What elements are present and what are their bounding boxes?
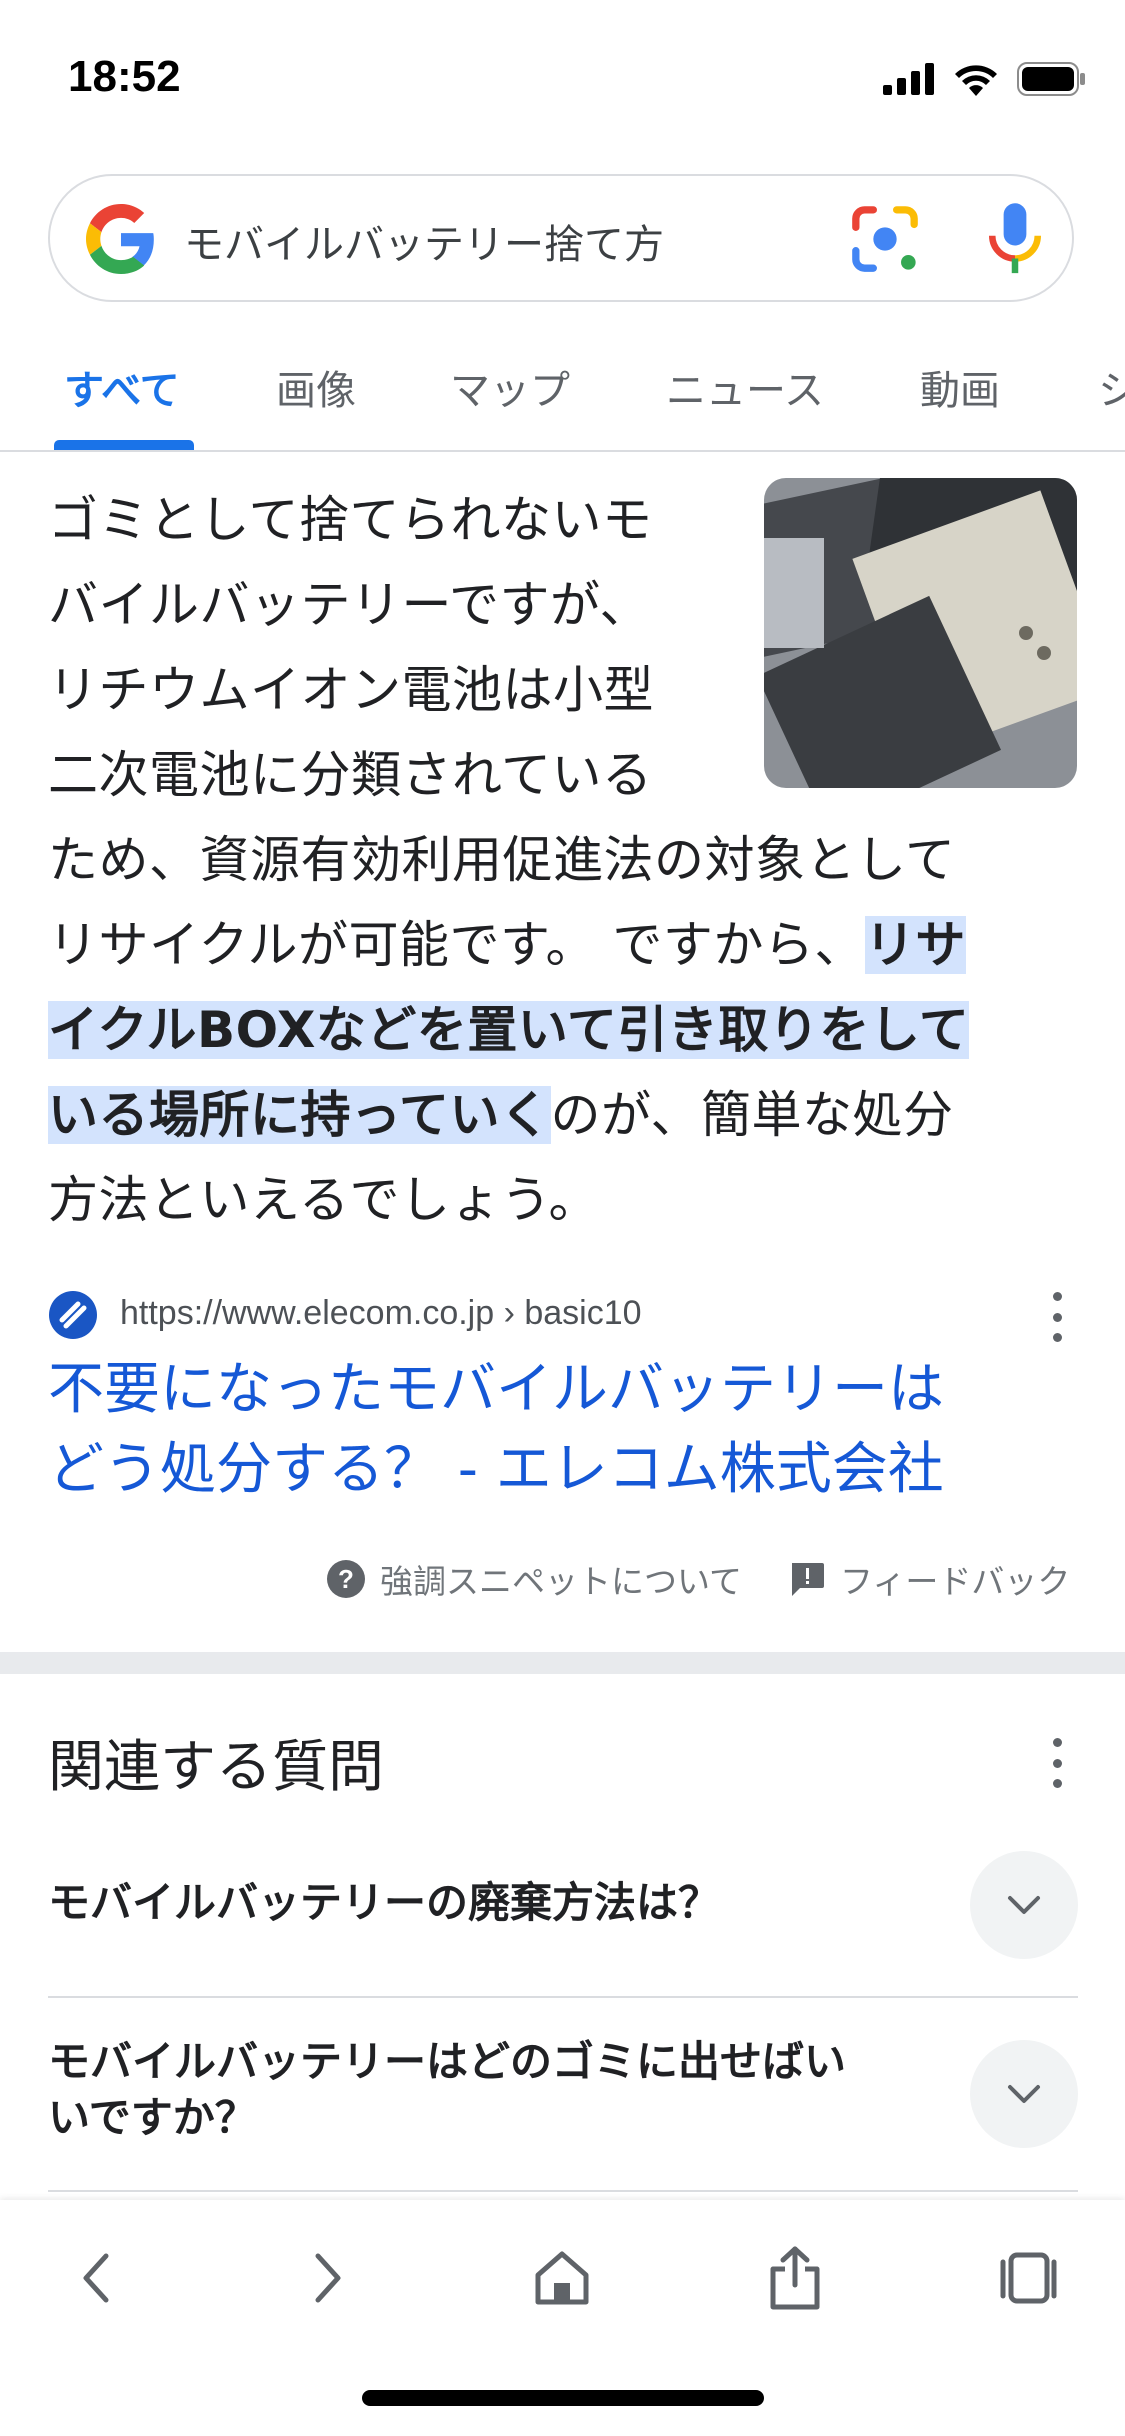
- snippet-line: リサイクルが可能です。 ですから、リサ: [48, 903, 1080, 988]
- question-separator: [48, 2190, 1078, 2192]
- featured-snippet-text: ゴミとして捨てられないモ バイルバッテリーですが、 リチウムイオン電池は小型 二…: [48, 478, 1080, 1243]
- tab-news[interactable]: ニュース: [666, 358, 824, 416]
- snippet-highlight: イクルBOXなどを置いて引き取りをして: [48, 1001, 970, 1059]
- status-icons: [883, 62, 1087, 96]
- source-row[interactable]: https://www.elecom.co.jp › basic10: [48, 1290, 1078, 1342]
- wifi-icon: [955, 65, 997, 96]
- home-button[interactable]: [522, 2238, 602, 2318]
- share-icon: [770, 2246, 820, 2310]
- search-tabs: すべて 画像 マップ ニュース 動画 シ: [0, 330, 1125, 452]
- result-title-line[interactable]: どう処分する？ - エレコム株式会社: [48, 1430, 1078, 1510]
- expand-question-button[interactable]: [970, 2040, 1078, 2148]
- feedback-button[interactable]: フィードバック: [788, 1555, 1070, 1603]
- result-title-line[interactable]: 不要になったモバイルバッテリーは: [48, 1350, 1078, 1430]
- home-indicator[interactable]: [362, 2390, 764, 2406]
- about-snippets-button[interactable]: ? 強調スニペットについて: [326, 1555, 742, 1603]
- signal-icon: [883, 63, 934, 95]
- section-divider: [0, 1652, 1125, 1674]
- related-question-text: モバイルバッテリーはどのゴミに出せばい いですか？: [48, 2034, 846, 2146]
- search-input[interactable]: モバイルバッテリー捨て方: [184, 212, 664, 270]
- forward-button[interactable]: [288, 2238, 368, 2318]
- chevron-right-icon: [315, 2253, 341, 2303]
- snippet-line: ゴミとして捨てられないモ: [48, 491, 653, 549]
- microphone-icon[interactable]: [980, 200, 1050, 278]
- status-bar: 18:52: [0, 0, 1125, 150]
- home-icon: [535, 2251, 589, 2305]
- result-title-link[interactable]: 不要になったモバイルバッテリーは どう処分する？ - エレコム株式会社: [48, 1350, 1078, 1510]
- tab-videos[interactable]: 動画: [920, 358, 1000, 416]
- snippet-line: 二次電池に分類されている: [48, 746, 653, 804]
- snippet-highlight: リサ: [864, 916, 966, 974]
- snippet-text-normal: のが、簡単な処分: [550, 1086, 954, 1144]
- related-question-text: モバイルバッテリーの廃棄方法は？: [48, 1875, 720, 1931]
- snippet-line: いる場所に持っていくのが、簡単な処分: [48, 1073, 1080, 1158]
- chevron-down-icon: [1008, 2085, 1040, 2103]
- share-button[interactable]: [755, 2238, 835, 2318]
- source-url[interactable]: https://www.elecom.co.jp › basic10: [120, 1294, 642, 1333]
- chevron-left-icon: [83, 2253, 109, 2303]
- tab-maps[interactable]: マップ: [450, 358, 570, 416]
- expand-question-button[interactable]: [970, 1851, 1078, 1959]
- svg-text:?: ?: [338, 1564, 354, 1594]
- about-snippets-label: 強調スニペットについて: [380, 1562, 743, 1601]
- search-box[interactable]: モバイルバッテリー捨て方: [48, 174, 1074, 302]
- help-icon: ?: [327, 1560, 365, 1598]
- active-tab-indicator: [54, 440, 194, 450]
- tabs-icon: [1000, 2252, 1057, 2304]
- snippet-line: 方法といえるでしょう。: [48, 1171, 599, 1229]
- status-time: 18:52: [68, 52, 181, 101]
- snippet-line: ため、資源有効利用促進法の対象として: [48, 831, 956, 889]
- result-more-options-icon[interactable]: [1050, 1292, 1064, 1342]
- snippet-text-normal: リサイクルが可能です。 ですから、: [48, 916, 865, 974]
- snippet-highlight: いる場所に持っていく: [48, 1086, 551, 1144]
- elecom-favicon-icon: [49, 1291, 97, 1339]
- related-question-item[interactable]: モバイルバッテリーの廃棄方法は？: [48, 1851, 1078, 1959]
- battery-icon: [1017, 62, 1085, 96]
- snippet-line: リチウムイオン電池は小型: [48, 661, 654, 719]
- tab-images[interactable]: 画像: [276, 358, 356, 416]
- snippet-feedback-row: ? 強調スニペットについて フィードバック: [0, 1555, 1125, 1605]
- related-questions-title: 関連する質問: [48, 1735, 384, 1800]
- related-question-line: モバイルバッテリーはどのゴミに出せばい: [48, 2037, 847, 2086]
- snippet-line: バイルバッテリーですが、: [48, 576, 650, 634]
- question-separator: [48, 1996, 1078, 1998]
- related-question-line: いですか？: [48, 2093, 257, 2142]
- back-button[interactable]: [56, 2238, 136, 2318]
- related-question-line: モバイルバッテリーの廃棄方法は？: [48, 1878, 721, 1927]
- google-logo-icon: [86, 204, 154, 274]
- google-lens-icon[interactable]: [850, 204, 920, 274]
- tab-all[interactable]: すべて: [64, 358, 180, 416]
- feedback-label: フィードバック: [840, 1562, 1071, 1601]
- snippet-line: イクルBOXなどを置いて引き取りをして: [48, 988, 1080, 1073]
- related-questions-more-options-icon[interactable]: [1050, 1738, 1064, 1788]
- feedback-icon: [792, 1563, 824, 1596]
- related-question-item[interactable]: モバイルバッテリーはどのゴミに出せばい いですか？: [48, 2030, 1078, 2160]
- chevron-down-icon: [1008, 1896, 1040, 1914]
- tab-more[interactable]: シ: [1098, 358, 1125, 416]
- tabs-button[interactable]: [988, 2238, 1068, 2318]
